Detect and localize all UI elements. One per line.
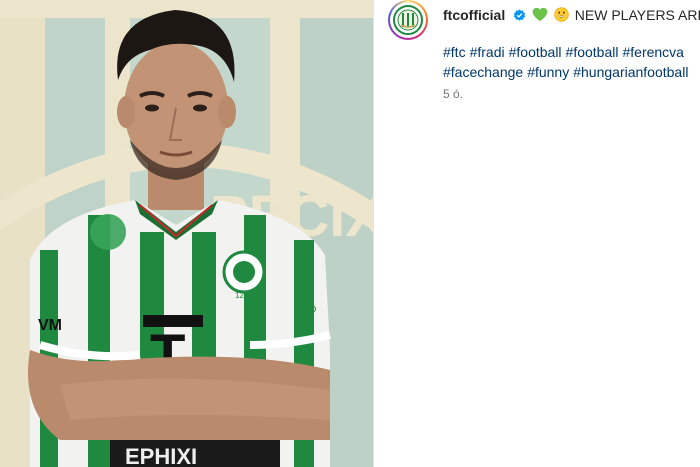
sleeve-logo: VM bbox=[38, 317, 62, 334]
username-link[interactable]: ftcofficial bbox=[443, 7, 505, 23]
green-heart-icon bbox=[532, 7, 548, 26]
club-crest-icon bbox=[393, 5, 423, 35]
hashtag-link[interactable]: #ferencva bbox=[622, 44, 683, 60]
crest-number: 125 bbox=[235, 291, 249, 300]
hashtag-row: #facechange #funny #hungarianfootball bbox=[443, 62, 700, 82]
hashtag-link[interactable]: #facechange bbox=[443, 64, 523, 80]
grinning-face-icon bbox=[554, 7, 569, 26]
verified-icon bbox=[513, 8, 526, 26]
post-caption-panel: ftcofficial NEW PLAYERS AR #ftc #fradi #… bbox=[374, 0, 700, 467]
hashtag-link[interactable]: #hungarianfootball bbox=[573, 64, 688, 80]
instagram-post: PEČIX 125 T VM Gro EPHIXI ftcofficial NE… bbox=[0, 0, 700, 467]
hashtag-row: #ftc #fradi #football #football #ferencva bbox=[443, 42, 700, 62]
hashtag-link[interactable]: #football bbox=[566, 44, 619, 60]
avatar[interactable] bbox=[388, 0, 428, 40]
hashtag-link[interactable]: #football bbox=[509, 44, 562, 60]
hashtag-link[interactable]: #fradi bbox=[470, 44, 505, 60]
avatar-inner bbox=[390, 2, 426, 38]
caption-line: ftcofficial NEW PLAYERS AR bbox=[443, 6, 700, 26]
hashtag-link[interactable]: #funny bbox=[527, 64, 569, 80]
player-photo: PEČIX 125 T VM Gro EPHIXI bbox=[0, 0, 373, 467]
hashtag-list: #ftc #fradi #football #football #ferencva #f… bbox=[443, 42, 700, 82]
sleeve-sponsor: Gro bbox=[298, 303, 316, 315]
bottom-lettering: EPHIXI bbox=[125, 444, 197, 467]
post-image[interactable]: PEČIX 125 T VM Gro EPHIXI bbox=[0, 0, 373, 467]
post-timestamp[interactable]: 5 ó. bbox=[443, 87, 463, 101]
hashtag-link[interactable]: #ftc bbox=[443, 44, 466, 60]
caption-text: NEW PLAYERS ARE CO bbox=[574, 7, 700, 23]
